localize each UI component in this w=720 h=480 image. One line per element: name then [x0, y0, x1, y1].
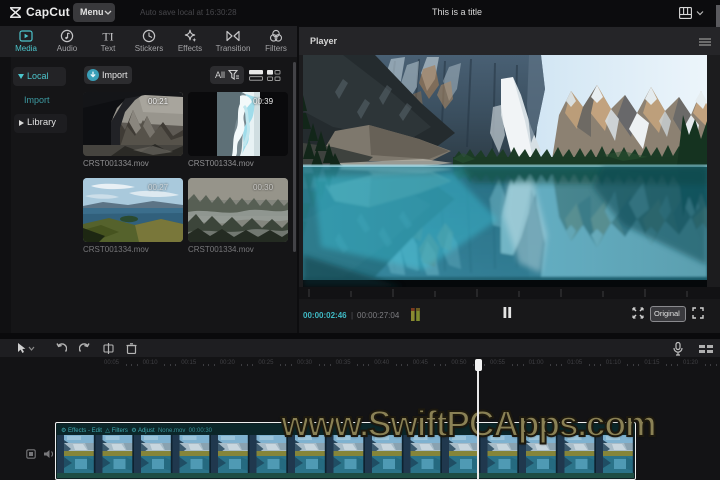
- svg-text:TI: TI: [102, 30, 113, 44]
